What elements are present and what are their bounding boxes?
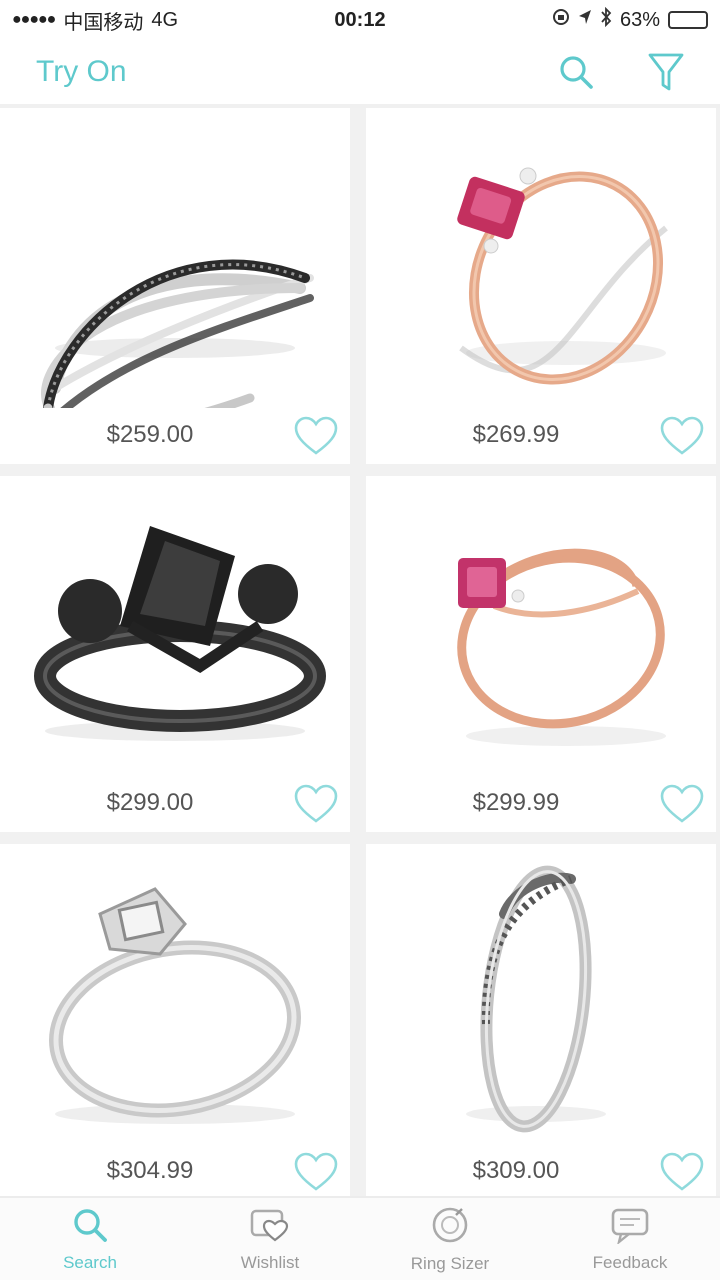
status-bar: ●●●●● 中国移动 4G 00:12 63%	[0, 0, 720, 40]
tab-label: Feedback	[592, 1252, 668, 1272]
product-image[interactable]	[0, 476, 350, 776]
carrier-name: 中国移动	[63, 11, 144, 34]
search-icon[interactable]	[556, 52, 596, 92]
heart-icon[interactable]	[658, 782, 706, 826]
product-price: $299.99	[472, 789, 560, 816]
product-grid: $259.00 $269.99 $299.00 $299.99 $304.99 …	[0, 108, 720, 1196]
product-card[interactable]: $309.00	[366, 844, 716, 1196]
filter-icon[interactable]	[646, 52, 686, 92]
feedback-icon	[609, 1206, 651, 1249]
search-icon	[71, 1206, 109, 1249]
product-price: $304.99	[106, 1157, 194, 1184]
tab-search[interactable]: Search	[0, 1198, 180, 1280]
product-card[interactable]: $269.99	[366, 108, 716, 464]
product-price: $259.00	[106, 421, 194, 448]
product-price: $309.00	[472, 1157, 560, 1184]
status-left: ●●●●● 中国移动 4G	[12, 6, 178, 35]
wishlist-icon	[249, 1206, 291, 1249]
product-card[interactable]: $299.00	[0, 476, 350, 832]
tab-ring-sizer[interactable]: Ring Sizer	[360, 1198, 540, 1280]
nav-actions	[556, 52, 686, 92]
product-price: $299.00	[106, 789, 194, 816]
bluetooth-icon	[600, 6, 612, 33]
ring-sizer-icon	[430, 1205, 470, 1250]
tab-label: Wishlist	[240, 1252, 300, 1272]
product-image[interactable]	[0, 844, 350, 1144]
battery-percent: 63%	[619, 8, 660, 31]
lock-rotation-icon	[552, 8, 570, 32]
heart-icon[interactable]	[658, 1150, 706, 1194]
page-title[interactable]: Try On	[36, 55, 127, 89]
network-type: 4G	[151, 8, 179, 31]
location-icon	[578, 8, 592, 32]
status-right: 63%	[552, 6, 708, 33]
product-card[interactable]: $304.99	[0, 844, 350, 1196]
product-image[interactable]	[366, 844, 716, 1144]
tab-label: Ring Sizer	[410, 1253, 490, 1273]
battery-icon	[668, 11, 708, 29]
product-price: $269.99	[472, 421, 560, 448]
heart-icon[interactable]	[292, 414, 340, 458]
heart-icon[interactable]	[292, 1150, 340, 1194]
tab-wishlist[interactable]: Wishlist	[180, 1198, 360, 1280]
product-card[interactable]: $299.99	[366, 476, 716, 832]
heart-icon[interactable]	[658, 414, 706, 458]
nav-bar: Try On	[0, 40, 720, 108]
heart-icon[interactable]	[292, 782, 340, 826]
product-image[interactable]	[0, 108, 350, 408]
product-image[interactable]	[366, 108, 716, 408]
tab-label: Search	[63, 1252, 117, 1272]
product-card[interactable]: $259.00	[0, 108, 350, 464]
signal-strength-icon: ●●●●●	[12, 11, 56, 28]
tab-bar: Search Wishlist Ring Sizer Feedback	[0, 1196, 720, 1280]
tab-feedback[interactable]: Feedback	[540, 1198, 720, 1280]
product-image[interactable]	[366, 476, 716, 776]
